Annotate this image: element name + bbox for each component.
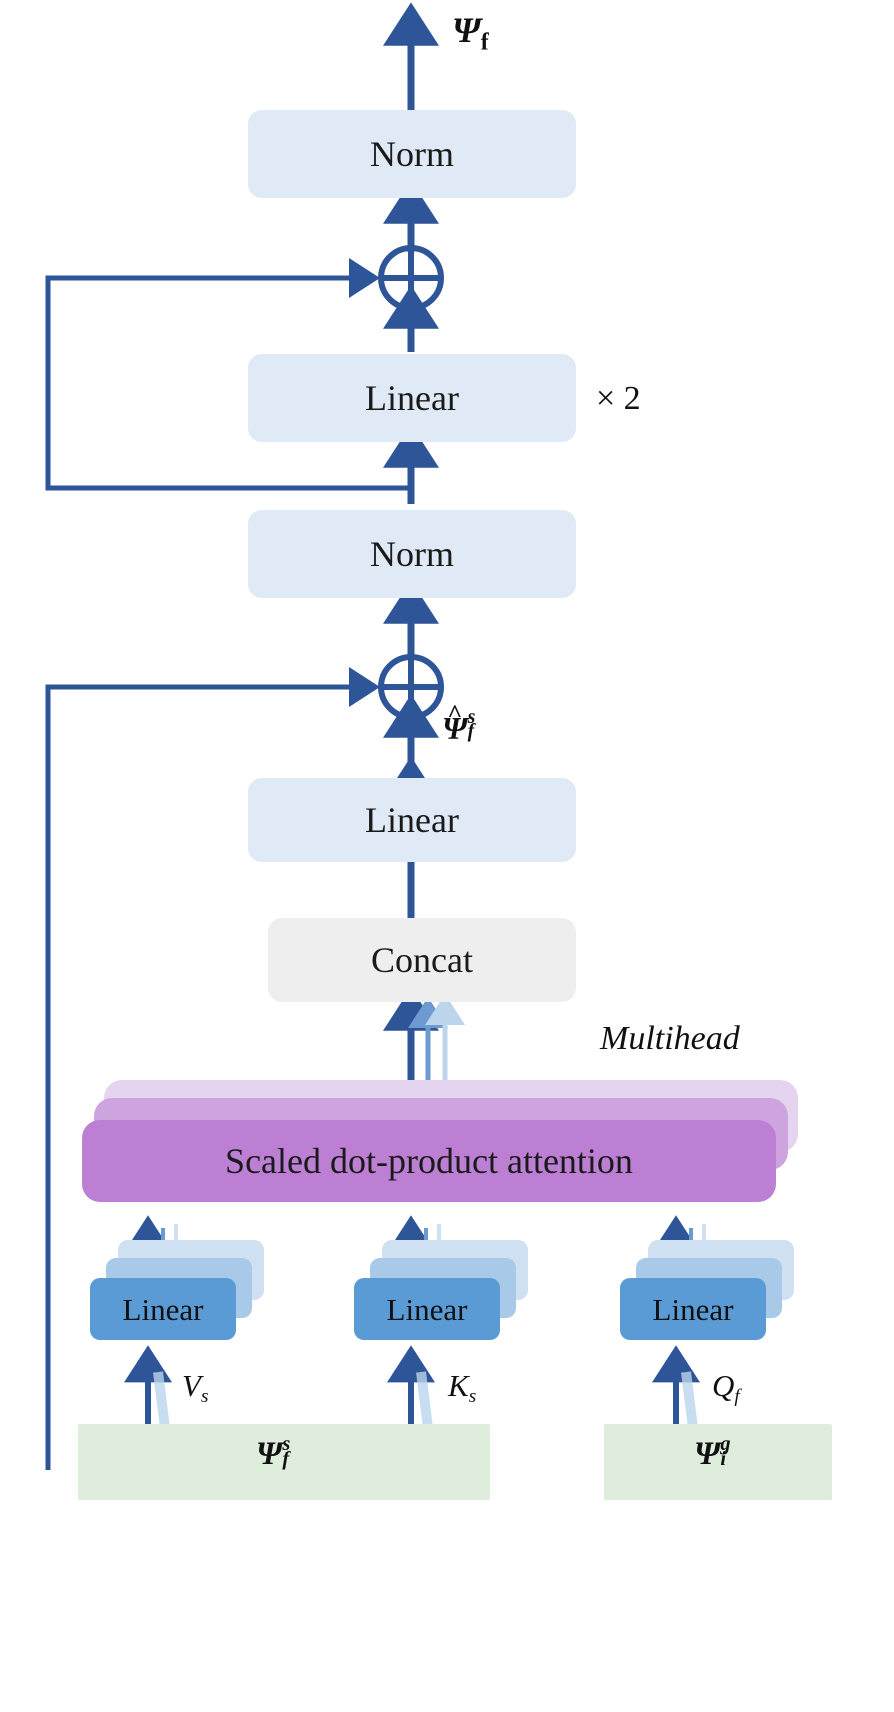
input-source-psi-glyph: Ψ	[256, 1436, 283, 1472]
projection-v-base: V	[182, 1368, 201, 1403]
linear-q-label: Linear	[652, 1291, 734, 1327]
concat-label: Concat	[371, 940, 473, 980]
norm-mid-block[interactable]: Norm	[248, 510, 576, 598]
input-label-guide: Ψ g i	[694, 1434, 731, 1472]
projection-label-q: Qf	[712, 1370, 740, 1406]
add-operator-top[interactable]	[373, 240, 449, 316]
input-label-source: Ψ s f	[256, 1434, 290, 1472]
linear-k-label: Linear	[386, 1291, 468, 1327]
add-operator-mid[interactable]	[373, 649, 449, 725]
output-psi-glyph: Ψ	[452, 10, 481, 50]
linear-top-label: Linear	[365, 378, 459, 418]
projection-label-v: Vs	[182, 1370, 208, 1406]
norm-mid-label: Norm	[370, 534, 454, 574]
linear-k-block[interactable]: Linear	[354, 1278, 500, 1340]
projection-v-sub: s	[200, 1385, 209, 1407]
linear-q-block[interactable]: Linear	[620, 1278, 766, 1340]
linear-top-block[interactable]: Linear	[248, 354, 576, 442]
concat-block[interactable]: Concat	[268, 918, 576, 1002]
input-guide-subscript: i	[720, 1447, 727, 1470]
projection-k-base: K	[448, 1368, 469, 1403]
linear-v-label: Linear	[122, 1291, 204, 1327]
output-subscript: f	[480, 29, 489, 56]
diagram-canvas: Norm Linear × 2 Norm Linear Concat Multi…	[0, 0, 894, 1712]
attention-label: Scaled dot-product attention	[225, 1141, 633, 1181]
repeat-count-label: × 2	[596, 380, 641, 417]
multihead-label: Multihead	[600, 1020, 740, 1057]
projection-label-k: Ks	[448, 1370, 476, 1406]
output-label: Ψf	[452, 12, 489, 55]
linear-v-block[interactable]: Linear	[90, 1278, 236, 1340]
input-source-subscript: f	[282, 1447, 290, 1470]
input-guide-psi-glyph: Ψ	[694, 1436, 721, 1472]
projection-q-base: Q	[712, 1368, 735, 1403]
intermediate-subscript: f	[467, 720, 475, 743]
norm-top-label: Norm	[370, 134, 454, 174]
projection-q-sub: f	[734, 1385, 740, 1407]
linear-mid-block[interactable]: Linear	[248, 778, 576, 862]
linear-mid-label: Linear	[365, 800, 459, 840]
attention-block[interactable]: Scaled dot-product attention	[82, 1120, 776, 1202]
norm-top-block[interactable]: Norm	[248, 110, 576, 198]
projection-k-sub: s	[468, 1385, 477, 1407]
